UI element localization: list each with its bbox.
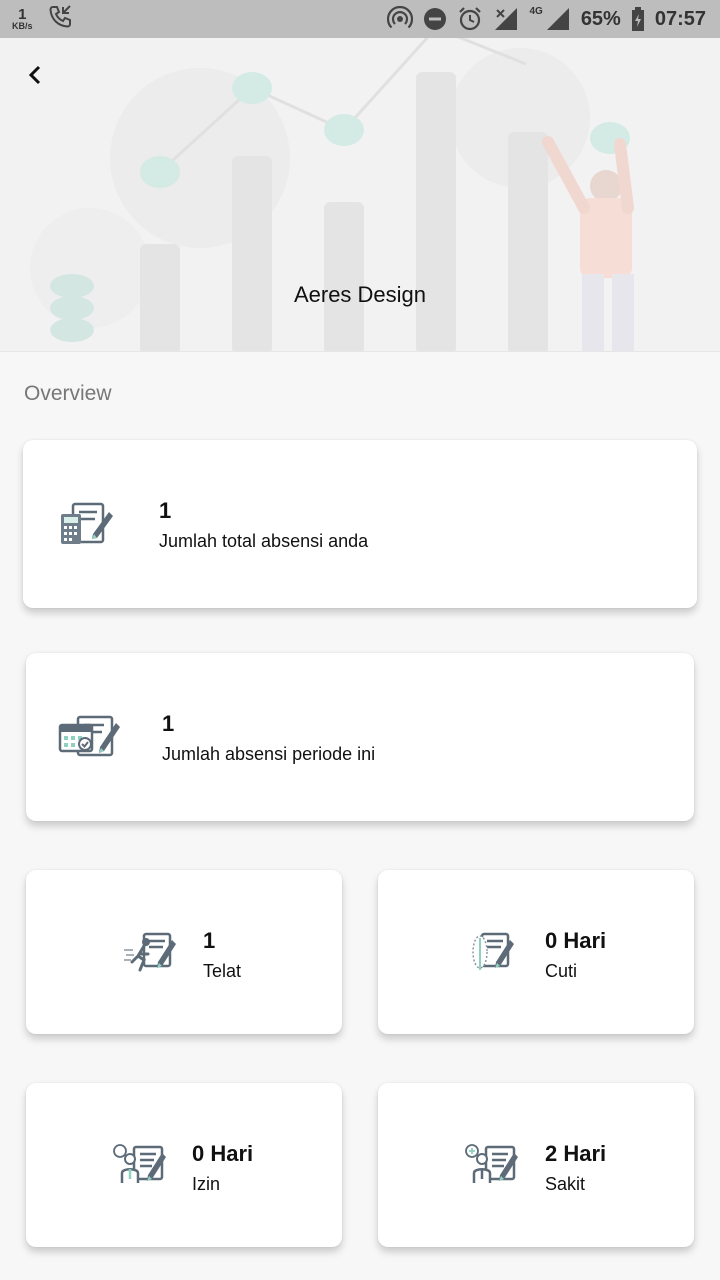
dnd-icon [423, 7, 447, 31]
network-type: 4G [529, 5, 543, 17]
company-name: Aeres Design [293, 282, 427, 307]
battery-icon [631, 6, 645, 32]
clock: 07:57 [654, 7, 706, 30]
total-attendance-value: 1 [159, 498, 172, 523]
status-bar: 1 KB/s 4G 65% 07:57 [0, 0, 720, 38]
chevron-left-icon [28, 65, 41, 85]
sick-card[interactable]: 2 Hari Sakit [378, 1083, 694, 1247]
leave-value: 0 Hari [545, 928, 607, 953]
header: Aeres Design [0, 38, 720, 352]
back-button[interactable] [20, 60, 50, 90]
late-card[interactable]: 1 Telat [26, 870, 342, 1034]
speed-unit: KB/s [12, 21, 33, 31]
leaf-form-icon [470, 932, 516, 977]
calendar-form-icon [58, 713, 122, 766]
late-value: 1 [203, 928, 216, 953]
signal-x-icon [493, 6, 519, 32]
permit-label: Izin [192, 1174, 221, 1194]
total-attendance-card[interactable]: 1 Jumlah total absensi anda [23, 440, 697, 608]
running-form-icon [124, 932, 180, 977]
call-icon [47, 4, 73, 35]
person-chat-form-icon [112, 1143, 168, 1190]
sick-label: Sakit [545, 1174, 586, 1194]
period-attendance-label: Jumlah absensi periode ini [162, 744, 376, 764]
leave-label: Cuti [545, 961, 578, 981]
sick-value: 2 Hari [545, 1141, 607, 1166]
period-attendance-value: 1 [162, 711, 175, 736]
battery-percent: 65% [580, 7, 621, 30]
signal-icon [545, 6, 571, 32]
calculator-form-icon [59, 500, 115, 553]
section-title: Overview [24, 382, 112, 405]
period-attendance-card[interactable]: 1 Jumlah absensi periode ini [26, 653, 694, 821]
total-attendance-label: Jumlah total absensi anda [159, 531, 369, 551]
person-medical-form-icon [464, 1143, 520, 1190]
alarm-icon [457, 6, 483, 32]
permit-value: 0 Hari [192, 1141, 254, 1166]
hotspot-icon [387, 6, 414, 32]
late-label: Telat [203, 961, 242, 981]
speed-value: 1 [18, 6, 27, 23]
leave-card[interactable]: 0 Hari Cuti [378, 870, 694, 1034]
permit-card[interactable]: 0 Hari Izin [26, 1083, 342, 1247]
network-speed: 1 KB/s [12, 7, 33, 31]
